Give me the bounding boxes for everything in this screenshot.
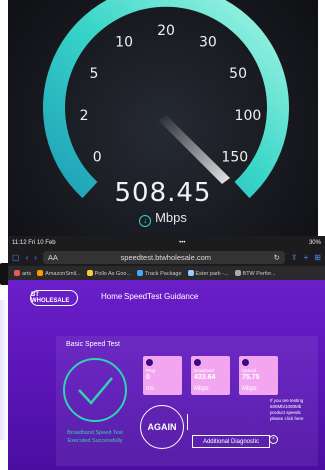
bt-wholesale-page: BT WHOLESALE Home SpeedTest Guidance Bas… (8, 280, 325, 470)
share-icon[interactable]: ⇪ (291, 253, 298, 262)
url-text: speedtest.btwholesale.com (120, 253, 211, 262)
additional-diagnostic-button[interactable]: Additional Diagnostic (192, 435, 270, 448)
bookmark-item[interactable]: AmazonSmil... (37, 269, 81, 277)
bookmark-item[interactable]: Pollo As Goo... (86, 269, 131, 277)
gauge-tick-100: 100 (235, 108, 262, 124)
gauge-tick-5: 5 (89, 66, 98, 82)
gauge-tick-0: 0 (93, 150, 102, 166)
speed-test-panel: Basic Speed Test Broadband Speed Test Ex… (56, 336, 318, 466)
success-message: Broadband Speed Test Executed Successful… (67, 430, 123, 444)
info-note[interactable]: If you are testing 500Mb/1000Mb product … (270, 398, 306, 422)
reload-icon[interactable]: ↻ (274, 253, 280, 262)
nav-speedtest-guidance[interactable]: SpeedTest Guidance (124, 292, 198, 301)
gauge-tick-2: 2 (80, 108, 89, 124)
sidebar-icon[interactable]: ▢ (12, 253, 20, 262)
ipad-browser: 11:12 Fri 10 Feb ••• 30% ▢ ‹ › AA speedt… (8, 236, 325, 470)
bookmark-favicon-icon (234, 269, 241, 276)
upload-card: Upload 75.75 Mbps (239, 356, 278, 395)
reader-button[interactable]: AA (48, 253, 58, 262)
battery-indicator: 30% (308, 239, 321, 246)
gauge-tick-20: 20 (157, 23, 175, 39)
ping-icon (146, 359, 153, 366)
gauge-tick-10: 10 (115, 35, 133, 51)
upload-icon (242, 359, 249, 366)
bookmark-favicon-icon (137, 269, 144, 276)
bookmark-item[interactable]: arts (14, 269, 31, 277)
download-icon (194, 359, 201, 366)
back-icon[interactable]: ‹ (26, 253, 29, 262)
background-glow (0, 300, 8, 440)
text-cursor (187, 414, 188, 430)
speedometer-screen: 0 2 5 10 20 30 50 100 150 508.45 ↓ Mbps (8, 0, 318, 236)
tabs-icon[interactable]: ⊞ (314, 253, 321, 262)
gauge-needle (158, 115, 230, 184)
bookmark-favicon-icon (86, 269, 93, 276)
gauge-tick-50: 50 (229, 66, 247, 82)
speed-unit: ↓ Mbps (8, 210, 318, 227)
bookmarks-bar: arts AmazonSmil... Pollo As Goo... Track Pa… (8, 266, 325, 280)
download-card: Download 433.64 Mbps (191, 356, 230, 395)
gauge-tick-30: 30 (199, 35, 217, 51)
forward-icon[interactable]: › (34, 253, 37, 262)
browser-toolbar: ▢ ‹ › AA speedtest.btwholesale.com ↻ ⇪ +… (8, 249, 325, 266)
new-tab-icon[interactable]: + (304, 253, 309, 262)
bookmark-favicon-icon (37, 269, 44, 276)
bookmark-favicon-icon (14, 269, 20, 276)
bookmark-favicon-icon (187, 269, 194, 276)
success-check-icon (63, 358, 127, 422)
nav-home[interactable]: Home (101, 292, 122, 301)
status-bar: 11:12 Fri 10 Feb ••• 30% (12, 239, 321, 246)
ping-card: Ping 0 ms (143, 356, 182, 395)
download-icon: ↓ (139, 215, 152, 227)
bookmark-item[interactable]: Track Package (137, 269, 182, 277)
close-icon[interactable]: × (269, 435, 278, 444)
speed-readout: 508.45 (114, 178, 212, 208)
bt-logo[interactable]: BT WHOLESALE (30, 290, 78, 306)
bookmark-item[interactable]: BTW Perfor... (234, 269, 276, 277)
address-bar[interactable]: AA speedtest.btwholesale.com ↻ (42, 251, 285, 264)
bookmark-item[interactable]: Ester park -... (187, 269, 229, 277)
panel-title: Basic Speed Test (66, 341, 120, 348)
test-again-button[interactable]: AGAIN (140, 405, 184, 449)
gauge-tick-150: 150 (221, 150, 248, 166)
